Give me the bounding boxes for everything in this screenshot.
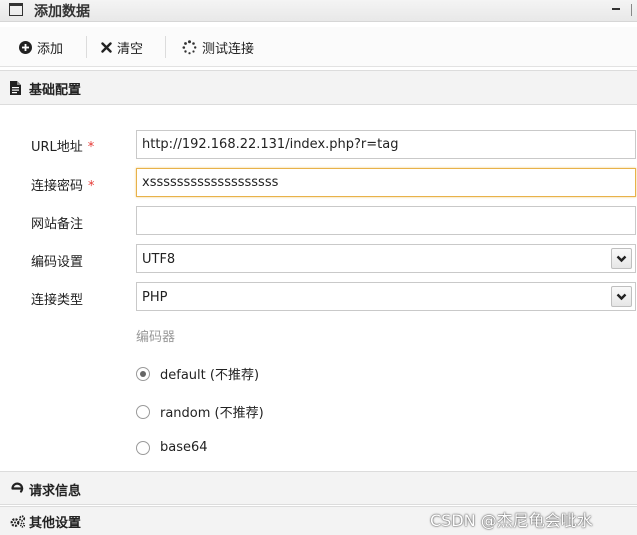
- encoder-option-random[interactable]: random (不推荐): [136, 402, 264, 421]
- window-titlebar: 添加数据: [0, 0, 637, 22]
- encoder-option-base64[interactable]: base64: [136, 440, 208, 455]
- add-button-label: 添加: [37, 41, 64, 57]
- section-other-settings-label: 其他设置: [29, 516, 82, 531]
- test-connection-label: 测试连接: [202, 41, 255, 57]
- plus-circle-icon: [19, 40, 32, 54]
- section-request-info-label: 请求信息: [29, 484, 82, 499]
- note-label: 网站备注: [31, 217, 84, 232]
- section-request-info[interactable]: 请求信息: [0, 471, 637, 505]
- password-label: 连接密码 *: [31, 179, 95, 194]
- close-icon: [101, 41, 112, 53]
- url-input[interactable]: [136, 130, 636, 159]
- add-button[interactable]: 添加: [19, 37, 63, 57]
- radio-button[interactable]: [136, 366, 150, 381]
- toolbar-divider: [86, 36, 87, 58]
- radio-button[interactable]: [136, 404, 150, 419]
- encoder-option-label: base64: [160, 440, 208, 455]
- chevron-down-icon[interactable]: [611, 286, 632, 307]
- section-basic-config-label: 基础配置: [29, 83, 82, 98]
- required-marker: *: [87, 140, 95, 155]
- encoder-label: 编码器: [136, 330, 176, 345]
- refresh-e-icon: [10, 481, 24, 495]
- url-label: URL地址 *: [31, 140, 95, 155]
- required-marker: *: [88, 179, 95, 194]
- encoding-label: 编码设置: [31, 255, 84, 270]
- encoding-select[interactable]: UTF8: [136, 244, 636, 273]
- toolbar: 添加 清空 测试连接: [0, 27, 637, 67]
- clear-button-label: 清空: [117, 41, 144, 57]
- window-edge: [631, 4, 635, 16]
- chevron-down-icon[interactable]: [611, 248, 632, 269]
- section-basic-config[interactable]: 基础配置: [0, 70, 637, 105]
- encoder-option-default[interactable]: default (不推荐): [136, 364, 259, 383]
- gears-icon: [10, 515, 26, 528]
- spinner-icon: [182, 39, 197, 55]
- password-input[interactable]: [136, 168, 636, 197]
- document-icon: [10, 81, 21, 95]
- window-title: 添加数据: [34, 4, 90, 20]
- encoder-option-label: random (不推荐): [160, 406, 264, 421]
- radio-button[interactable]: [136, 440, 150, 455]
- type-select[interactable]: PHP: [136, 282, 636, 311]
- toolbar-divider: [165, 36, 166, 58]
- type-value: PHP: [142, 290, 168, 305]
- watermark: CSDN @杰尼龟会呲水: [430, 511, 593, 530]
- encoder-option-label: default (不推荐): [160, 368, 260, 383]
- window-icon: [9, 3, 23, 16]
- test-connection-button[interactable]: 测试连接: [182, 37, 254, 57]
- note-input[interactable]: [136, 206, 636, 235]
- encoding-value: UTF8: [142, 252, 176, 267]
- type-label: 连接类型: [31, 293, 84, 308]
- minimize-icon[interactable]: [612, 8, 620, 10]
- clear-button[interactable]: 清空: [101, 37, 143, 57]
